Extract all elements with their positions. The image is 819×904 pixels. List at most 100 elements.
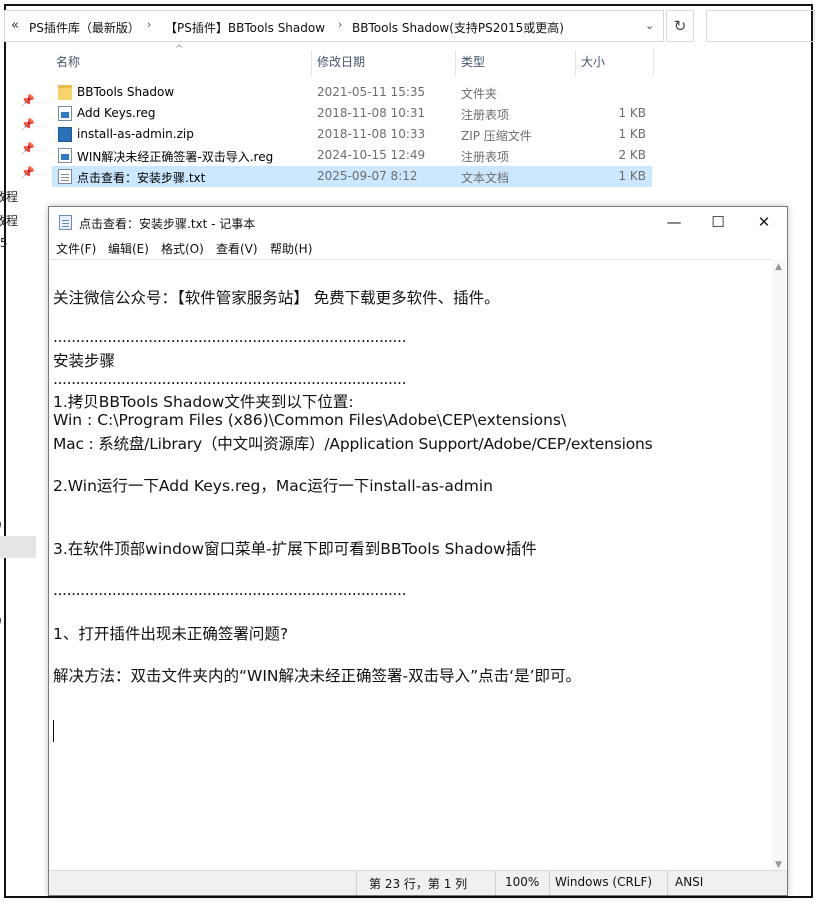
- status-line-ending: Windows (CRLF): [555, 875, 653, 889]
- column-divider[interactable]: [653, 50, 654, 76]
- column-header-name[interactable]: 名称: [56, 53, 80, 70]
- close-icon: ✕: [757, 213, 771, 231]
- file-date: 2025-09-07 8:12: [317, 169, 418, 183]
- file-size: 2 KB: [618, 148, 646, 162]
- pin-icon[interactable]: 📌: [21, 118, 35, 131]
- chevron-down-icon[interactable]: ⌄: [645, 19, 654, 32]
- column-header-size[interactable]: 大小: [581, 53, 605, 70]
- file-date: 2018-11-08 10:31: [317, 106, 426, 120]
- text-line: Mac : 系统盘/Library（中文叫资源库）/Application Su…: [53, 435, 653, 453]
- address-bar[interactable]: « PS插件库（最新版） › 【PS插件】BBTools Shadow › BB…: [4, 10, 664, 42]
- maximize-icon: ☐: [711, 213, 725, 231]
- text-editor-area[interactable]: 关注微信公众号：【软件管家服务站】 免费下载更多软件、插件。 .........…: [50, 259, 772, 872]
- scroll-down-icon[interactable]: ▼: [775, 860, 782, 870]
- nav-item-fragment[interactable]: 0: [0, 614, 2, 628]
- file-type: ZIP 压缩文件: [461, 129, 532, 143]
- notepad-title-bar[interactable]: 点击查看：安装步骤.txt - 记事本 — ☐ ✕: [49, 207, 787, 237]
- minimize-button[interactable]: —: [651, 207, 697, 237]
- nav-item-fragment[interactable]: 教程: [0, 188, 18, 205]
- file-date: 2018-11-08 10:33: [317, 127, 426, 141]
- column-divider[interactable]: [311, 50, 312, 76]
- reg-file-icon: [58, 148, 72, 163]
- status-divider: [356, 871, 357, 895]
- breadcrumb-item-bbtools-shadow[interactable]: 【PS插件】BBTools Shadow: [165, 19, 325, 36]
- file-type: 注册表项: [461, 108, 510, 122]
- text-line: 3.在软件顶部window窗口菜单-扩展下即可看到BBTools Shadow插…: [53, 540, 537, 558]
- pin-icon[interactable]: 📌: [21, 142, 35, 155]
- column-header-date[interactable]: 修改日期: [317, 53, 365, 70]
- file-row-selected[interactable]: 点击查看：安装步骤.txt 2025-09-07 8:12 文本文档 1 KB: [52, 166, 652, 187]
- notepad-window[interactable]: 点击查看：安装步骤.txt - 记事本 — ☐ ✕ 文件(F) 编辑(E) 格式…: [48, 206, 788, 896]
- column-divider[interactable]: [575, 50, 576, 76]
- notepad-icon: [59, 215, 72, 230]
- file-name: install-as-admin.zip: [77, 127, 194, 141]
- text-line: 解决方法：双击文件夹内的“WIN解决未经正确签署-双击导入”点击‘是’即可。: [53, 667, 582, 685]
- file-name: 点击查看：安装步骤.txt: [77, 171, 206, 185]
- column-divider[interactable]: [455, 50, 456, 76]
- menu-help[interactable]: 帮助(H): [270, 240, 312, 257]
- refresh-button[interactable]: ↻: [666, 10, 694, 42]
- text-line: 1、打开插件出现未正确签署问题?: [53, 625, 289, 643]
- text-caret: [53, 720, 54, 742]
- text-line-separator: ........................................…: [53, 370, 407, 388]
- refresh-icon: ↻: [673, 17, 687, 35]
- file-row[interactable]: WIN解决未经正确签署-双击导入.reg 2024-10-15 12:49 注册…: [52, 145, 652, 166]
- file-name: BBTools Shadow: [77, 85, 175, 99]
- menu-bar: 文件(F) 编辑(E) 格式(O) 查看(V) 帮助(H): [49, 237, 787, 259]
- nav-item-fragment[interactable]: 0: [0, 518, 2, 532]
- sort-ascending-icon: ^: [175, 44, 184, 55]
- close-button[interactable]: ✕: [741, 207, 787, 237]
- search-box[interactable]: [706, 10, 815, 42]
- text-line: Win : C:\Program Files (x86)\Common File…: [53, 411, 567, 429]
- file-name: WIN解决未经正确签署-双击导入.reg: [77, 150, 274, 164]
- status-divider: [495, 871, 496, 895]
- pin-icon[interactable]: 📌: [21, 166, 35, 179]
- status-divider: [549, 871, 550, 895]
- file-size: 1 KB: [618, 127, 646, 141]
- navigation-pane: 📌 📌 📌 📌 教程 教程 .5 0 0: [0, 44, 44, 904]
- status-encoding: ANSI: [675, 875, 704, 889]
- status-cursor-position: 第 23 行，第 1 列: [369, 877, 468, 891]
- menu-edit[interactable]: 编辑(E): [108, 240, 149, 257]
- maximize-button[interactable]: ☐: [695, 207, 741, 237]
- pin-icon[interactable]: 📌: [21, 94, 35, 107]
- chevron-right-icon[interactable]: ›: [338, 18, 342, 31]
- zip-file-icon: [58, 127, 72, 142]
- menu-file[interactable]: 文件(F): [56, 240, 96, 257]
- file-size: 1 KB: [618, 106, 646, 120]
- reg-file-icon: [58, 106, 72, 121]
- file-type: 文件夹: [461, 87, 498, 101]
- file-name: Add Keys.reg: [77, 106, 156, 120]
- scroll-up-icon[interactable]: ▲: [775, 262, 782, 272]
- status-bar: 第 23 行，第 1 列 100% Windows (CRLF) ANSI: [49, 870, 787, 895]
- nav-item-fragment[interactable]: 教程: [0, 212, 18, 229]
- menu-view[interactable]: 查看(V): [216, 240, 258, 257]
- file-type: 注册表项: [461, 150, 510, 164]
- status-zoom: 100%: [505, 875, 540, 889]
- text-line-separator: ........................................…: [53, 328, 407, 346]
- menu-format[interactable]: 格式(O): [161, 240, 204, 257]
- file-type: 文本文档: [461, 171, 510, 185]
- text-line: 安装步骤: [53, 352, 116, 370]
- nav-item-selected[interactable]: [0, 536, 36, 558]
- text-line: 关注微信公众号：【软件管家服务站】 免费下载更多软件、插件。: [53, 289, 500, 307]
- txt-file-icon: [58, 169, 72, 184]
- breadcrumb-item-ps-plugin-library[interactable]: PS插件库（最新版）: [29, 19, 140, 36]
- double-chevron-left-icon[interactable]: «: [11, 18, 19, 33]
- text-line: 2.Win运行一下Add Keys.reg，Mac运行一下install-as-…: [53, 477, 493, 495]
- chevron-right-icon[interactable]: ›: [147, 18, 151, 31]
- breadcrumb-item-current-folder[interactable]: BBTools Shadow(支持PS2015或更高): [352, 19, 564, 36]
- file-date: 2024-10-15 12:49: [317, 148, 426, 162]
- folder-icon: [58, 85, 72, 100]
- vertical-scrollbar[interactable]: ▲ ▼: [772, 260, 786, 872]
- column-header-type[interactable]: 类型: [461, 53, 485, 70]
- file-row[interactable]: BBTools Shadow 2021-05-11 15:35 文件夹: [52, 82, 652, 103]
- text-line-separator: ........................................…: [53, 581, 407, 599]
- text-line: 1.拷贝BBTools Shadow文件夹到以下位置:: [53, 393, 354, 411]
- file-row[interactable]: install-as-admin.zip 2018-11-08 10:33 ZI…: [52, 124, 652, 145]
- file-date: 2021-05-11 15:35: [317, 85, 426, 99]
- minimize-icon: —: [666, 213, 682, 231]
- status-divider: [667, 871, 668, 895]
- nav-item-fragment[interactable]: .5: [0, 236, 7, 250]
- file-row[interactable]: Add Keys.reg 2018-11-08 10:31 注册表项 1 KB: [52, 103, 652, 124]
